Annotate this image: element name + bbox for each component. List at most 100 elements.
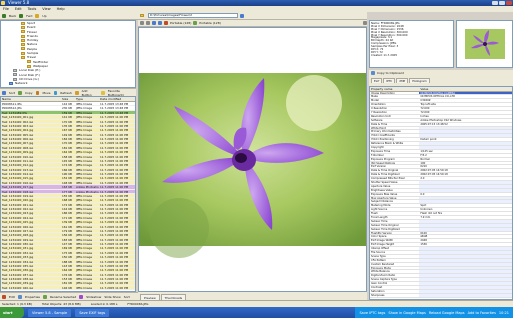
property-value xyxy=(419,227,512,231)
back-button[interactable]: Back xyxy=(9,14,16,18)
file-date: 11.7.2005 11:00 PM xyxy=(100,224,129,228)
go-icon[interactable] xyxy=(240,13,244,18)
column-property-name[interactable]: Property name xyxy=(370,87,419,91)
file-date: 11.7.2005 11:00 PM xyxy=(100,154,129,158)
file-size: 150 KB xyxy=(62,255,72,259)
sort-icon[interactable] xyxy=(2,90,6,95)
property-name: Metering Mode xyxy=(371,204,391,208)
path-input[interactable]: D:\Pictures\Images\Flower\2 xyxy=(148,13,238,18)
edit-button[interactable]: Edit xyxy=(9,295,15,299)
taskbar-item[interactable]: Save EXIF tags xyxy=(75,308,110,317)
column-type[interactable]: Type xyxy=(75,97,99,101)
maximize-icon[interactable] xyxy=(499,1,505,5)
drive-icon xyxy=(13,68,17,72)
property-value: 2005:07:15 13:48:52 xyxy=(420,122,448,126)
file-name: Test_1234490_020.jpg xyxy=(2,198,34,202)
sort-button-2[interactable]: Sort xyxy=(124,295,130,299)
property-name: Exif Image Width xyxy=(371,239,394,243)
move-button[interactable]: Move xyxy=(42,91,50,95)
up-button[interactable]: Up xyxy=(42,14,46,18)
tab-iptc[interactable]: IPTC xyxy=(383,78,396,83)
forward-icon[interactable] xyxy=(19,13,24,18)
minimize-icon[interactable] xyxy=(492,1,498,5)
thumbnail-preview[interactable] xyxy=(456,20,513,68)
file-date: 11.7.2005 11:00 PM xyxy=(100,255,129,259)
add-button-icon[interactable] xyxy=(74,90,79,95)
file-size: 141 KB xyxy=(62,115,72,119)
property-name: X Resolution xyxy=(371,107,388,110)
file-size: 186 KB xyxy=(62,211,72,215)
move-icon[interactable] xyxy=(35,90,40,95)
column-date[interactable]: Date modified xyxy=(99,97,135,101)
property-name: Exif Version xyxy=(371,165,387,169)
back-icon[interactable] xyxy=(2,13,6,18)
clipboard-icon[interactable] xyxy=(371,71,375,75)
property-value: Adobe Photoshop CS2 Windows xyxy=(420,118,462,122)
tray-item[interactable]: Save IPTC tags xyxy=(359,311,385,315)
file-size: 181 KB xyxy=(62,281,72,285)
tray-item[interactable]: Show in Google Maps xyxy=(388,311,426,315)
property-value xyxy=(419,188,512,192)
sort-button[interactable]: Sort xyxy=(9,91,15,95)
fit-icon[interactable] xyxy=(193,21,198,25)
tray-item[interactable]: Reload Google Maps xyxy=(429,311,465,315)
file-date: 11.7.2005 11:00 PM xyxy=(100,128,129,132)
file-size: 142 KB xyxy=(62,102,72,106)
fullscreen-icon[interactable] xyxy=(363,21,367,25)
slideshow-icon[interactable] xyxy=(79,294,84,299)
refresh-icon[interactable] xyxy=(53,90,58,95)
next-icon[interactable] xyxy=(146,21,150,25)
property-name: Primary Chromaticities xyxy=(371,130,401,134)
navigation-toolbar: Back Fwd Up xyxy=(0,12,136,20)
tree-item[interactable]: Network xyxy=(1,81,135,85)
property-name: Software xyxy=(371,118,383,122)
properties-icon[interactable] xyxy=(17,294,22,299)
tray-item[interactable]: Add to Favorites xyxy=(468,311,496,315)
slide-show-button[interactable]: Slide Show xyxy=(104,295,120,299)
zoom-select[interactable]: Portable (128) xyxy=(199,21,220,25)
viewer-filename[interactable]: Portable (128) xyxy=(170,21,191,25)
tab-exif[interactable]: Exif xyxy=(371,78,383,83)
image-viewer[interactable] xyxy=(138,27,367,292)
rename-icon[interactable] xyxy=(42,294,47,299)
tab-histogram[interactable]: Histogram xyxy=(409,78,430,83)
property-value: Flash did not fire xyxy=(420,212,443,215)
rotate-icon[interactable] xyxy=(164,21,168,25)
copy-icon[interactable] xyxy=(18,90,22,95)
file-row[interactable]: Test_1234490_040.jpg 146 KB JPEG Image 11.7… xyxy=(1,285,135,291)
start-button[interactable]: start xyxy=(0,307,24,318)
file-date: 11.7.2005 11:00 PM xyxy=(100,176,129,180)
column-size[interactable]: Size xyxy=(61,97,75,101)
property-name: FlashPix Version xyxy=(371,231,392,235)
file-size: 143 KB xyxy=(62,263,72,268)
viewer-tabs: Preview Thumbnails xyxy=(138,292,367,300)
zoom-out-icon[interactable] xyxy=(158,21,162,25)
file-name: Test_1234490_040.jpg xyxy=(2,285,34,290)
property-value: 2002:07:05 14:50:18 xyxy=(420,169,448,173)
file-type: JPEG Image xyxy=(76,211,93,215)
file-type: Adobe Photosho... xyxy=(76,189,99,193)
property-name: Scene Capture Type xyxy=(371,278,397,282)
up-folder-icon[interactable] xyxy=(35,13,40,18)
property-row[interactable]: Sharpness xyxy=(370,293,512,298)
edit-icon[interactable] xyxy=(2,294,6,299)
copy-button[interactable]: Copy xyxy=(25,91,33,95)
column-name[interactable]: Name xyxy=(1,97,61,101)
file-size: 172 KB xyxy=(62,202,72,206)
file-type: JPEG Image xyxy=(76,115,93,119)
taskbar-item[interactable]: Viewer 5.8 - Sample xyxy=(28,308,72,317)
rename-button[interactable]: Rename Selected xyxy=(50,295,76,299)
forward-button[interactable]: Fwd xyxy=(26,14,32,18)
slideshow-button[interactable]: Slideshow xyxy=(86,295,101,299)
column-value[interactable]: Value xyxy=(419,87,512,91)
close-icon[interactable] xyxy=(506,1,512,5)
file-date: 11.7.2005 11:00 PM xyxy=(100,228,129,233)
copy-to-clipboard-button[interactable]: Copy to Clipboard xyxy=(377,71,404,75)
prev-icon[interactable] xyxy=(140,21,144,25)
refresh-button[interactable]: Refresh xyxy=(60,91,71,95)
tab-xmp[interactable]: XMP xyxy=(396,78,409,83)
favorites-icon[interactable] xyxy=(101,90,105,95)
zoom-in-icon[interactable] xyxy=(152,21,156,25)
properties-button[interactable]: Properties xyxy=(25,295,40,299)
property-value xyxy=(419,274,512,278)
